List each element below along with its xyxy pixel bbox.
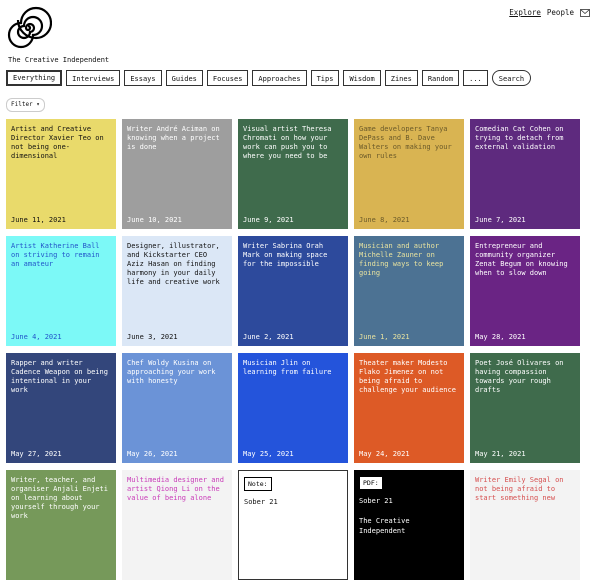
nav-item-everything[interactable]: Everything [6, 70, 63, 86]
card-title: Writer, teacher, and organiser Anjali En… [11, 476, 108, 520]
article-card[interactable]: Game developers Tanya DePass and B. Dave… [354, 119, 464, 229]
article-card[interactable]: Poet José Olivares on having compassion … [470, 353, 580, 463]
card-date: May 25, 2021 [243, 450, 294, 458]
nav-item-approaches[interactable]: Approaches [252, 70, 307, 86]
article-card[interactable]: Musician Jlin on learning from failure Ma… [238, 353, 348, 463]
article-card[interactable]: Artist and Creative Director Xavier Teo … [6, 119, 116, 229]
nav-item-focuses[interactable]: Focuses [206, 70, 249, 86]
card-title: Writer André Aciman on knowing when a pr… [127, 125, 220, 151]
card-title: Musician and author Michelle Zauner on f… [359, 242, 444, 277]
card-date: May 27, 2021 [11, 450, 62, 458]
card-line [359, 506, 459, 516]
card-date: May 28, 2021 [475, 333, 526, 341]
article-card[interactable]: Writer, teacher, and organiser Anjali En… [6, 470, 116, 580]
note-tag: Note: [244, 477, 272, 491]
card-body: PDF: Sober 21 The Creative Independent [359, 476, 459, 536]
card-date: June 3, 2021 [127, 333, 178, 341]
nav-item-zines[interactable]: Zines [384, 70, 418, 86]
pdf-tag: PDF: [359, 476, 383, 490]
card-date: June 10, 2021 [127, 216, 182, 224]
nav-item-wisdom[interactable]: Wisdom [343, 70, 381, 86]
card-date: June 9, 2021 [243, 216, 294, 224]
card-title: Multimedia designer and artist Qiong Li … [127, 476, 224, 502]
people-link[interactable]: People [547, 8, 574, 17]
card-title: Poet José Olivares on having compassion … [475, 359, 564, 394]
card-body: Note: Sober 21 [244, 477, 342, 507]
article-card[interactable]: Designer, illustrator, and Kickstarter C… [122, 236, 232, 346]
article-card[interactable]: Multimedia designer and artist Qiong Li … [122, 470, 232, 580]
nav-item-tips[interactable]: Tips [310, 70, 340, 86]
card-date: June 2, 2021 [243, 333, 294, 341]
article-card[interactable]: Writer André Aciman on knowing when a pr… [122, 119, 232, 229]
card-line: Sober 21 [244, 498, 278, 506]
article-card[interactable]: Visual artist Theresa Chromati on how yo… [238, 119, 348, 229]
card-title: Writer Emily Segal on not being afraid t… [475, 476, 564, 502]
card-title: Visual artist Theresa Chromati on how yo… [243, 125, 332, 160]
card-title: Chef Woldy Kusina on approaching your wo… [127, 359, 216, 385]
card-title: Rapper and writer Cadence Weapon on bein… [11, 359, 108, 394]
site-title[interactable]: The Creative Independent [8, 56, 109, 64]
article-card[interactable]: Theater maker Modesto Flako Jimenez on n… [354, 353, 464, 463]
explore-link[interactable]: Explore [509, 8, 541, 17]
article-card[interactable]: Comedian Cat Cohen on trying to detach f… [470, 119, 580, 229]
article-card[interactable]: Rapper and writer Cadence Weapon on bein… [6, 353, 116, 463]
card-date: June 8, 2021 [359, 216, 410, 224]
filter-button[interactable]: Filter ▾ [6, 98, 45, 112]
nav-item-interviews[interactable]: Interviews [66, 70, 121, 86]
article-grid: Artist and Creative Director Xavier Teo … [6, 119, 580, 580]
card-date: June 1, 2021 [359, 333, 410, 341]
pdf-card[interactable]: PDF: Sober 21 The Creative Independent [354, 470, 464, 580]
card-title: Comedian Cat Cohen on trying to detach f… [475, 125, 564, 151]
card-line: Sober 21 [359, 497, 393, 505]
card-date: May 24, 2021 [359, 450, 410, 458]
article-card[interactable]: Chef Woldy Kusina on approaching your wo… [122, 353, 232, 463]
card-date: May 26, 2021 [127, 450, 178, 458]
card-title: Game developers Tanya DePass and B. Dave… [359, 125, 452, 160]
article-card[interactable]: Musician and author Michelle Zauner on f… [354, 236, 464, 346]
card-date: May 21, 2021 [475, 450, 526, 458]
top-nav: Explore People [509, 8, 590, 17]
article-card[interactable]: Writer Emily Segal on not being afraid t… [470, 470, 580, 580]
spiral-logo-icon[interactable] [4, 4, 52, 52]
nav-item-random[interactable]: Random [421, 70, 460, 86]
article-card[interactable]: Artist Katherine Ball on striving to rem… [6, 236, 116, 346]
card-title: Artist Katherine Ball on striving to rem… [11, 242, 100, 268]
card-date: June 11, 2021 [11, 216, 66, 224]
article-card[interactable]: Writer Sabrina Orah Mark on making space… [238, 236, 348, 346]
card-date: June 7, 2021 [475, 216, 526, 224]
note-card[interactable]: Note: Sober 21 [238, 470, 348, 580]
nav-item-more[interactable]: ... [463, 70, 488, 86]
category-nav: Everything Interviews Essays Guides Focuses A… [6, 70, 532, 86]
card-title: Musician Jlin on learning from failure [243, 359, 332, 376]
card-title: Theater maker Modesto Flako Jimenez on n… [359, 359, 456, 394]
card-line: The Creative Independent [359, 517, 410, 535]
nav-item-essays[interactable]: Essays [124, 70, 162, 86]
article-card[interactable]: Entrepreneur and community organizer Zen… [470, 236, 580, 346]
nav-item-guides[interactable]: Guides [165, 70, 203, 86]
card-title: Entrepreneur and community organizer Zen… [475, 242, 568, 277]
mail-icon[interactable] [580, 8, 590, 17]
card-date: June 4, 2021 [11, 333, 62, 341]
card-title: Writer Sabrina Orah Mark on making space… [243, 242, 328, 268]
card-title: Artist and Creative Director Xavier Teo … [11, 125, 104, 160]
card-title: Designer, illustrator, and Kickstarter C… [127, 242, 220, 286]
nav-item-search[interactable]: Search [491, 70, 532, 86]
